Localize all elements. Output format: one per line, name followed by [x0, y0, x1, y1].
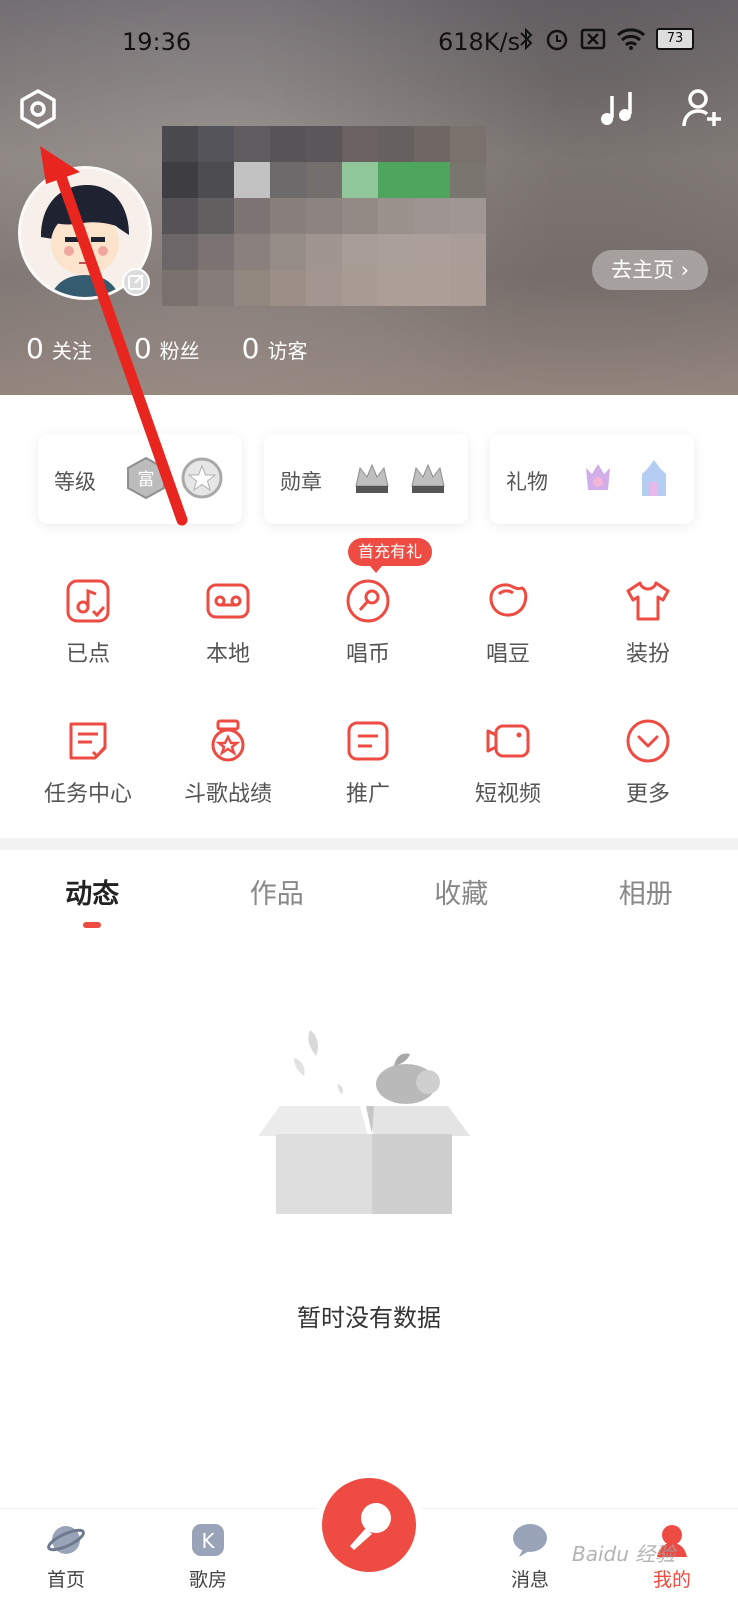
stat-number: 0 — [134, 332, 152, 365]
feature-label: 更多 — [626, 776, 670, 808]
feature-local[interactable]: 本地 — [158, 576, 298, 668]
tape-icon — [203, 576, 253, 626]
section-divider — [0, 838, 738, 850]
first-recharge-promo-badge: 首充有礼 — [348, 538, 432, 566]
feature-label: 唱币 — [346, 636, 390, 668]
tabbar-song-room[interactable]: K 歌房 — [168, 1521, 248, 1592]
battery-indicator: 73 — [656, 28, 694, 50]
feature-label: 斗歌战绩 — [184, 776, 272, 808]
feature-label: 短视频 — [475, 776, 541, 808]
gift-item-icon — [576, 456, 620, 500]
settings-hexagon-icon[interactable] — [17, 88, 59, 130]
feature-label: 任务中心 — [44, 776, 132, 808]
stat-number: 0 — [26, 332, 44, 365]
card-label: 勋章 — [280, 466, 322, 496]
wealth-level-badge-icon: 富 — [124, 456, 168, 500]
feature-selected-songs[interactable]: 已点 — [18, 576, 158, 668]
task-icon — [63, 716, 113, 766]
stat-label: 关注 — [52, 335, 92, 364]
feature-dress-up[interactable]: 装扮 — [578, 576, 718, 668]
wifi-icon — [616, 27, 646, 51]
gift-card[interactable]: 礼物 — [490, 434, 694, 524]
go-to-homepage-button[interactable]: 去主页 › — [592, 250, 708, 290]
tabbar-label: 首页 — [47, 1565, 85, 1592]
level-card[interactable]: 等级 富 — [38, 434, 242, 524]
tabbar-home[interactable]: 首页 — [26, 1521, 106, 1592]
feature-more[interactable]: 更多 — [578, 716, 718, 808]
tab-favorites[interactable]: 收藏 — [369, 872, 554, 932]
stat-fans[interactable]: 0 粉丝 — [134, 332, 200, 365]
promote-icon — [343, 716, 393, 766]
tabbar-label: 歌房 — [189, 1565, 227, 1592]
bean-icon — [483, 576, 533, 626]
avatar-edit-icon[interactable] — [122, 268, 150, 296]
feature-label: 唱豆 — [486, 636, 530, 668]
tabbar-messages[interactable]: 消息 — [490, 1521, 570, 1592]
bluetooth-icon — [518, 27, 534, 51]
feature-beans[interactable]: 唱豆 — [438, 576, 578, 668]
music-note-check-icon — [63, 576, 113, 626]
empty-box-illustration — [258, 1022, 480, 1222]
profile-header: 19:36 618K/s 73 — [0, 0, 738, 395]
k-room-icon: K — [189, 1521, 227, 1559]
microphone-icon — [322, 1478, 416, 1572]
add-friend-icon[interactable] — [680, 86, 724, 130]
feature-label: 装扮 — [626, 636, 670, 668]
feature-task-center[interactable]: 任务中心 — [18, 716, 158, 808]
watermark: Baidu 经验 — [572, 1538, 675, 1567]
feature-coins[interactable]: 唱币 — [298, 576, 438, 668]
status-icons: 73 — [518, 26, 694, 52]
feature-promote[interactable]: 推广 — [298, 716, 438, 808]
feature-battle-record[interactable]: 斗歌战绩 — [158, 716, 298, 808]
feature-label: 推广 — [346, 776, 390, 808]
alarm-icon — [544, 26, 570, 52]
chevron-circle-icon — [623, 716, 673, 766]
record-mic-button[interactable] — [322, 1478, 416, 1572]
profile-tabs: 动态 作品 收藏 相册 — [0, 872, 738, 932]
feature-label: 本地 — [206, 636, 250, 668]
tabbar-label: 我的 — [653, 1565, 691, 1592]
feature-grid: 已点 本地 唱币 唱豆 装扮 任务中心 斗歌战绩 推广 短视频 更多 — [18, 576, 720, 808]
video-icon — [483, 716, 533, 766]
stat-visitors[interactable]: 0访客 — [242, 332, 308, 365]
username-pixelated — [162, 126, 486, 306]
svg-text:K: K — [201, 1529, 215, 1553]
planet-icon — [47, 1521, 85, 1559]
coin-mic-icon — [343, 576, 393, 626]
profile-stats: 0关注 0粉丝 0访客 — [26, 332, 307, 365]
tabbar-label: 消息 — [511, 1565, 549, 1592]
tshirt-icon — [623, 576, 673, 626]
stat-label: 访客 — [267, 335, 307, 364]
tab-feed[interactable]: 动态 — [0, 872, 185, 932]
crown-medal-icon — [406, 456, 450, 500]
crown-medal-icon — [350, 456, 394, 500]
tab-works[interactable]: 作品 — [185, 872, 370, 932]
stat-following[interactable]: 0 关注 — [26, 332, 92, 365]
medal-icon — [203, 716, 253, 766]
medal-card[interactable]: 勋章 — [264, 434, 468, 524]
chat-bubble-icon — [511, 1521, 549, 1559]
music-notes-icon[interactable] — [596, 88, 638, 130]
star-level-badge-icon — [180, 456, 224, 500]
gift-castle-icon — [632, 456, 676, 500]
status-bar: 19:36 618K/s 73 — [0, 22, 738, 62]
stat-label: 粉丝 — [160, 335, 200, 364]
summary-cards: 等级 富 勋章 礼物 — [38, 434, 700, 524]
status-time: 19:36 — [122, 28, 191, 56]
card-label: 礼物 — [506, 466, 548, 496]
tab-album[interactable]: 相册 — [554, 872, 738, 932]
sim-off-icon — [580, 28, 606, 50]
feature-short-video[interactable]: 短视频 — [438, 716, 578, 808]
empty-state-text: 暂时没有数据 — [0, 1298, 738, 1333]
stat-number: 0 — [242, 332, 260, 365]
svg-text:富: 富 — [138, 470, 155, 490]
card-label: 等级 — [54, 466, 96, 496]
network-speed: 618K/s — [438, 28, 520, 56]
feature-label: 已点 — [66, 636, 110, 668]
